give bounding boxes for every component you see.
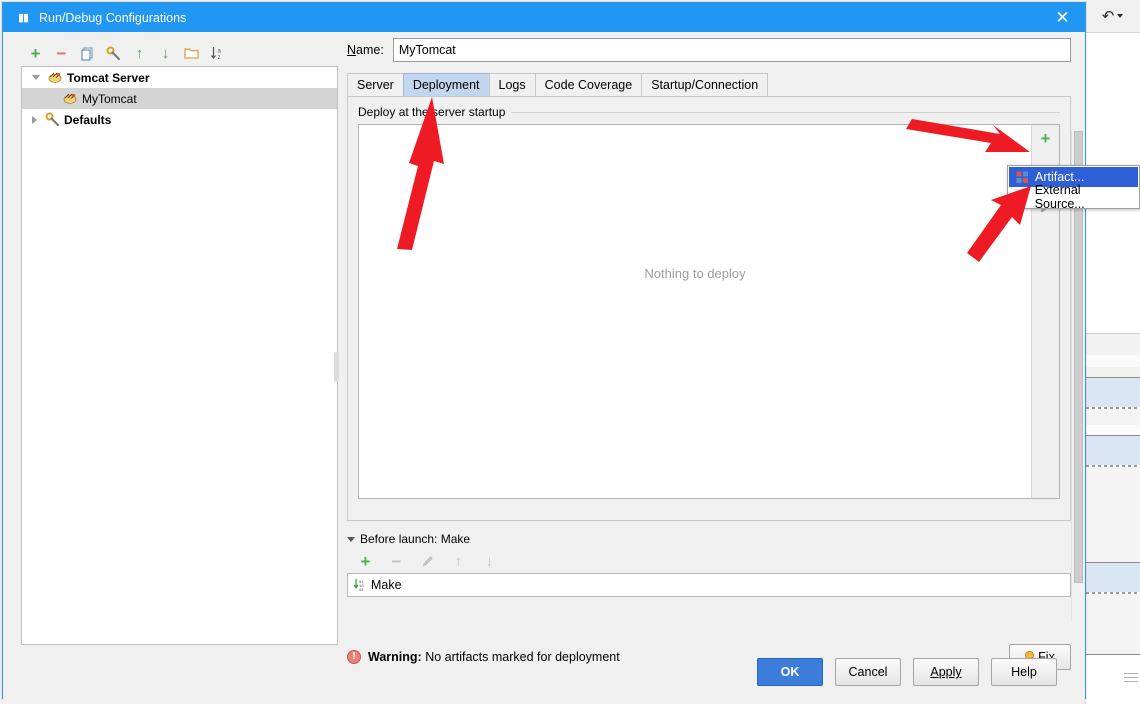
configurations-pane: + − ↑ ↓ a z Tomcat Server MyTomcat Defau… (21, 40, 338, 645)
before-launch-toolbar: + − ↑ ↓ (347, 549, 1071, 573)
add-configuration-button[interactable]: + (27, 45, 44, 62)
screen: ↶ ▮▮ Run/Debug Configurations ✕ + − ↑ ↓ … (0, 0, 1140, 704)
deploy-artifacts-area: Nothing to deploy + ↓ (358, 124, 1060, 499)
artifact-icon (1015, 170, 1029, 184)
pane-splitter-handle[interactable] (334, 352, 339, 382)
cancel-button[interactable]: Cancel (835, 658, 901, 686)
deploy-empty-message: Nothing to deploy (644, 266, 746, 281)
apply-button-label: Apply (930, 665, 962, 679)
move-down-icon[interactable]: ↓ (157, 45, 174, 62)
tab-label: Startup/Connection (651, 78, 759, 92)
background-toolbar: ↶ (1085, 0, 1140, 33)
tab-startup-connection[interactable]: Startup/Connection (641, 73, 769, 96)
task-move-up-icon[interactable]: ↑ (450, 553, 467, 570)
folder-icon[interactable] (183, 45, 200, 62)
chevron-down-icon[interactable] (32, 75, 40, 80)
name-row: Name: Share (347, 38, 1071, 62)
edit-task-pencil-icon[interactable] (419, 553, 436, 570)
menu-item-label: External Source... (1034, 183, 1085, 211)
deploy-group-label: Deploy at the server startup (358, 105, 506, 119)
tree-node-label: Defaults (64, 112, 112, 127)
task-label: Make (371, 578, 402, 592)
move-up-icon[interactable]: ↑ (131, 45, 148, 62)
tree-node-label: MyTomcat (82, 91, 137, 106)
before-launch-section: Before launch: Make + − ↑ ↓ 01 10 01 Mak… (347, 532, 1071, 597)
tree-node-defaults[interactable]: Defaults (22, 109, 337, 130)
remove-configuration-button[interactable]: − (53, 45, 70, 62)
external-source-icon (1015, 190, 1029, 204)
before-launch-label: Before launch: Make (360, 532, 471, 546)
ok-button-label: OK (780, 665, 800, 679)
tomcat-icon (47, 70, 63, 86)
tab-label: Logs (498, 78, 526, 92)
tab-label: Deployment (412, 78, 480, 92)
tomcat-icon (62, 91, 78, 107)
add-task-button[interactable]: + (357, 553, 374, 570)
divider-line (511, 111, 1060, 113)
dialog-button-bar: OK Cancel Apply Help (3, 658, 1085, 686)
add-deployment-source-menu[interactable]: Artifact... External Source... (1007, 165, 1140, 211)
tree-node-tomcat-server[interactable]: Tomcat Server (22, 67, 337, 88)
background-editor-area (1085, 33, 1140, 704)
resize-grip-icon[interactable] (1124, 670, 1138, 684)
configuration-editor-pane: Name: Share Server Deployment Lo (347, 38, 1084, 646)
tab-label: Code Coverage (544, 78, 633, 92)
help-button-label: Help (1011, 665, 1037, 679)
configuration-tabs: Server Deployment Logs Code Coverage Sta… (347, 72, 1071, 96)
deployment-tab-panel: Deploy at the server startup Nothing to … (347, 96, 1084, 621)
tree-node-label: Tomcat Server (67, 70, 150, 85)
chevron-down-icon[interactable] (1117, 14, 1124, 18)
before-launch-header[interactable]: Before launch: Make (347, 532, 1071, 546)
menu-item-label: Artifact... (1035, 170, 1085, 184)
sort-az-icon[interactable]: a z (209, 45, 226, 62)
remove-task-button[interactable]: − (388, 553, 405, 570)
help-button[interactable]: Help (991, 658, 1057, 686)
copy-configuration-icon[interactable] (79, 45, 96, 62)
cancel-button-label: Cancel (848, 665, 888, 679)
ok-button[interactable]: OK (757, 658, 823, 686)
run-debug-icon: ▮▮ (17, 12, 29, 24)
wrench-icon (44, 112, 60, 128)
close-icon[interactable]: ✕ (1040, 3, 1085, 32)
undo-arrow-icon[interactable]: ↶ (1102, 9, 1115, 24)
apply-button[interactable]: Apply (913, 658, 979, 686)
tab-label: Server (357, 78, 394, 92)
configurations-tree[interactable]: Tomcat Server MyTomcat Defaults (21, 66, 338, 645)
deploy-group-header: Deploy at the server startup (358, 105, 1060, 119)
svg-text:a: a (217, 48, 221, 54)
run-debug-configurations-dialog: ▮▮ Run/Debug Configurations ✕ + − ↑ ↓ a … (2, 2, 1086, 700)
tab-logs[interactable]: Logs (488, 73, 536, 96)
svg-text:z: z (217, 55, 220, 61)
tree-node-mytomcat[interactable]: MyTomcat (22, 88, 337, 109)
configuration-name-input[interactable] (392, 38, 1071, 62)
make-icon: 01 10 01 (353, 578, 366, 592)
chevron-down-icon[interactable] (347, 536, 355, 542)
dialog-title: Run/Debug Configurations (39, 10, 187, 25)
tab-deployment[interactable]: Deployment (402, 73, 490, 96)
svg-text:01: 01 (359, 589, 364, 592)
add-artifact-button[interactable]: + (1036, 129, 1056, 149)
task-move-down-icon[interactable]: ↓ (481, 553, 498, 570)
chevron-right-icon[interactable] (32, 115, 37, 124)
dialog-titlebar: ▮▮ Run/Debug Configurations ✕ (3, 3, 1085, 32)
tab-code-coverage[interactable]: Code Coverage (534, 73, 643, 96)
name-label: Name: (347, 43, 384, 57)
before-launch-task-list[interactable]: 01 10 01 Make (347, 573, 1071, 597)
edit-defaults-wrench-icon[interactable] (105, 45, 122, 62)
deploy-artifacts-list[interactable]: Nothing to deploy (359, 125, 1031, 498)
configurations-toolbar: + − ↑ ↓ a z (21, 40, 338, 66)
tab-server[interactable]: Server (347, 73, 404, 96)
dialog-body: + − ↑ ↓ a z Tomcat Server MyTomcat Defau… (3, 32, 1085, 700)
menu-item-external-source[interactable]: External Source... (1009, 183, 1138, 211)
